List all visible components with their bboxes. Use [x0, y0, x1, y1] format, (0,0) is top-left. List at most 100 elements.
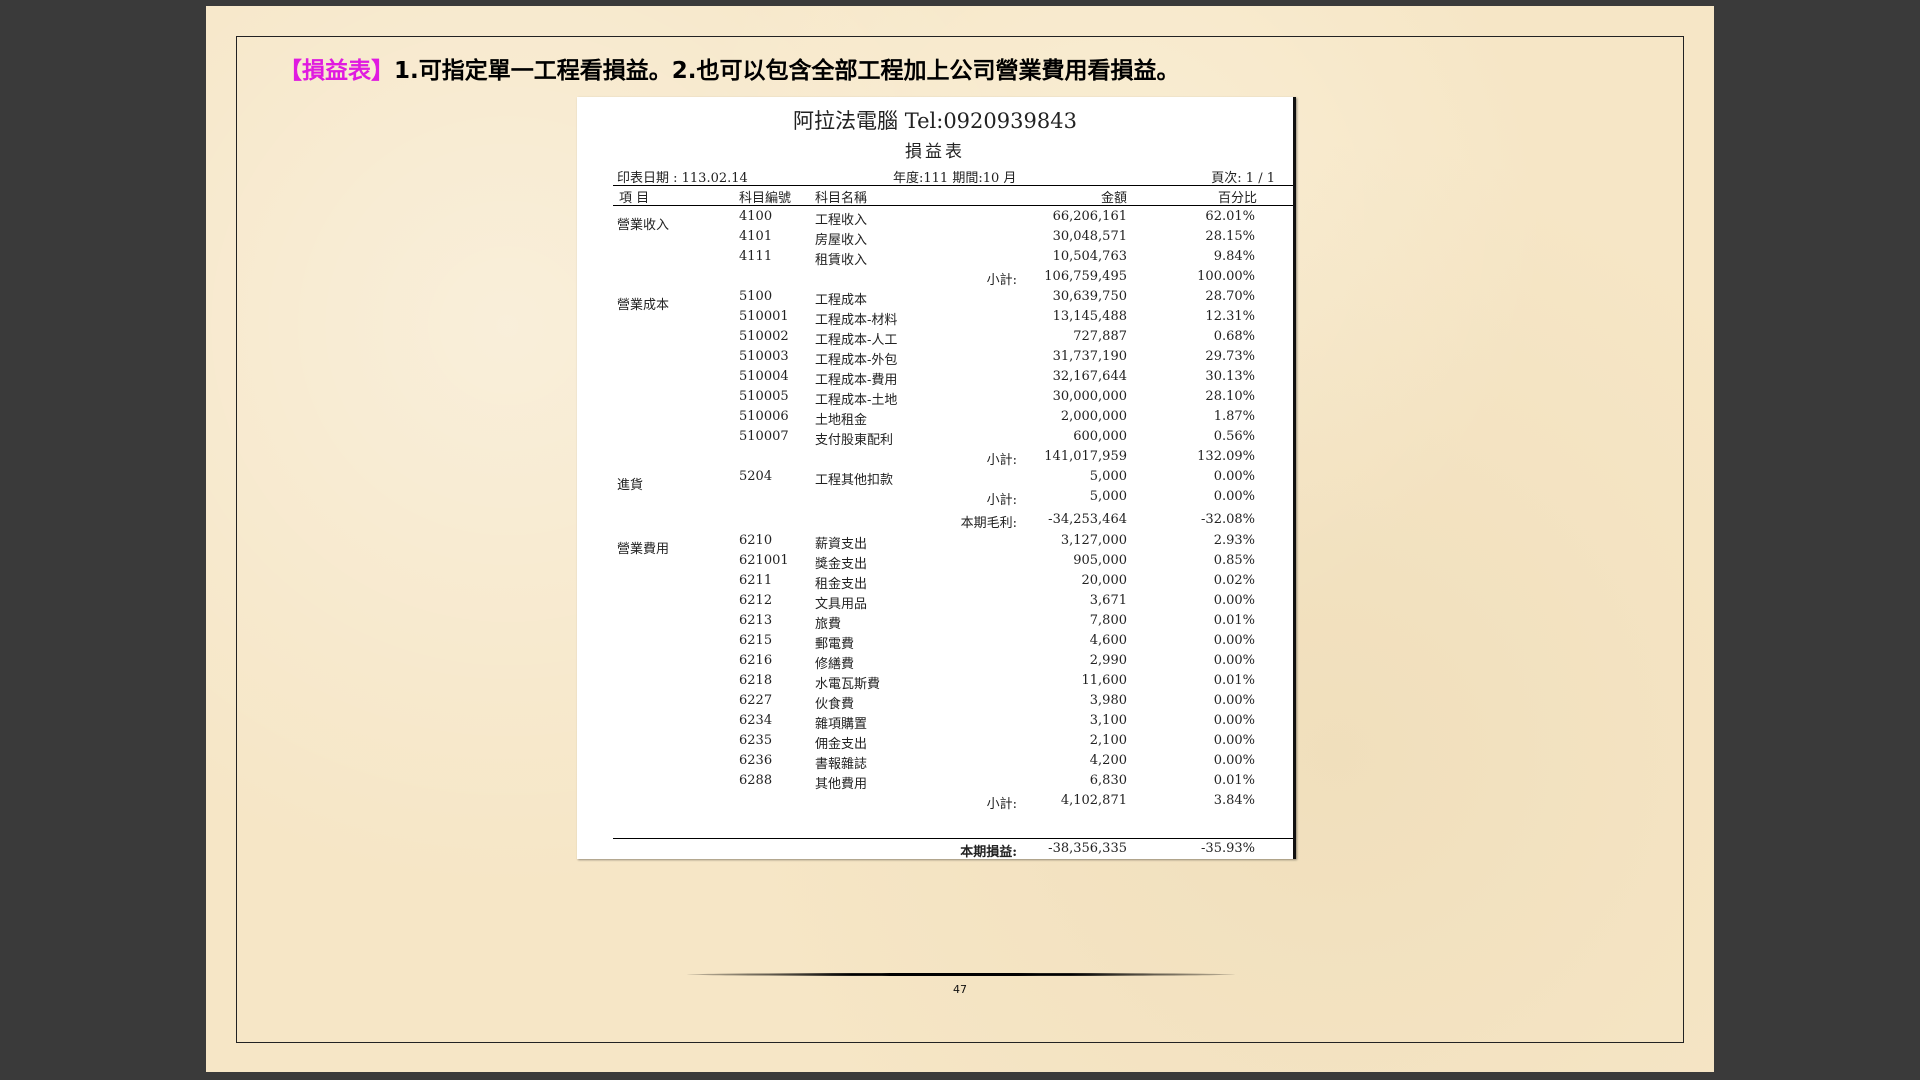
row-amount: 5,000: [1089, 469, 1127, 484]
row-label: 小計:: [986, 273, 1017, 288]
row-amount: 3,127,000: [1060, 533, 1127, 548]
row-percent: 0.01%: [1213, 613, 1255, 628]
row-account-code: 6211: [739, 573, 773, 588]
row-amount: 2,000,000: [1060, 409, 1127, 424]
row-amount: 10,504,763: [1052, 249, 1127, 264]
footer-divider: [687, 973, 1235, 976]
table-row: 4101 房屋收入 30,048,571 28.15%: [577, 229, 1293, 249]
row-account-name: 工程成本-土地: [815, 393, 898, 408]
row-percent: 12.31%: [1205, 309, 1255, 324]
row-account-code: 6227: [739, 693, 773, 708]
row-account-name: 文具用品: [815, 597, 868, 612]
row-account-code: 510007: [739, 429, 789, 444]
row-percent: 0.00%: [1213, 733, 1255, 748]
row-account-name: 租賃收入: [815, 253, 868, 268]
row-label: 本期毛利:: [960, 516, 1017, 531]
row-percent: 0.00%: [1213, 593, 1255, 608]
row-amount: 20,000: [1081, 573, 1128, 588]
table-row: 營業收入 4100 工程收入 66,206,161 62.01%: [577, 209, 1293, 233]
row-percent: 0.56%: [1213, 429, 1255, 444]
row-amount: 4,102,871: [1060, 793, 1127, 808]
table-row: 6288 其他費用 6,830 0.01%: [577, 773, 1293, 793]
row-label: 小計:: [986, 453, 1017, 468]
row-percent: 0.01%: [1213, 673, 1255, 688]
slide: 【損益表】1.可指定單一工程看損益。2.也可以包含全部工程加上公司營業費用看損益…: [206, 6, 1714, 1072]
row-account-name: 工程收入: [815, 213, 868, 228]
row-percent: 62.01%: [1205, 209, 1255, 224]
row-account-code: 6210: [739, 533, 773, 548]
row-percent: 0.00%: [1213, 469, 1255, 484]
row-account-code: 6212: [739, 593, 773, 608]
row-amount: 727,887: [1073, 329, 1127, 344]
row-amount: 13,145,488: [1052, 309, 1127, 324]
row-amount: 7,800: [1089, 613, 1127, 628]
table-row: 6216 修繕費 2,990 0.00%: [577, 653, 1293, 673]
page-indicator: 頁次: 1 / 1: [1211, 171, 1275, 186]
column-header-item: 項 目: [619, 191, 650, 206]
table-row: 小計: 5,000 0.00%: [577, 489, 1293, 509]
table-row: 6234 雜項購置 3,100 0.00%: [577, 713, 1293, 733]
table-row: 510005 工程成本-土地 30,000,000 28.10%: [577, 389, 1293, 409]
row-account-name: 雜項購置: [815, 717, 868, 732]
table-row: 6236 書報雜誌 4,200 0.00%: [577, 753, 1293, 773]
row-account-name: 旅費: [815, 617, 842, 632]
table-row: 小計: 4,102,871 3.84%: [577, 793, 1293, 813]
row-amount: 5,000: [1089, 489, 1127, 504]
row-percent: 0.00%: [1213, 489, 1255, 504]
row-account-code: 6236: [739, 753, 773, 768]
table-row: 510001 工程成本-材料 13,145,488 12.31%: [577, 309, 1293, 329]
row-amount: 3,671: [1089, 593, 1127, 608]
row-percent: -32.08%: [1201, 512, 1255, 527]
slide-frame: 【損益表】1.可指定單一工程看損益。2.也可以包含全部工程加上公司營業費用看損益…: [236, 36, 1684, 1043]
row-account-code: 6216: [739, 653, 773, 668]
total-amount: -38,356,335: [1048, 841, 1127, 856]
row-account-name: 郵電費: [815, 637, 855, 652]
table-row: 4111 租賃收入 10,504,763 9.84%: [577, 249, 1293, 269]
row-account-name: 薪資支出: [815, 537, 868, 552]
header-rule-top: [613, 185, 1293, 186]
row-percent: 28.15%: [1205, 229, 1255, 244]
table-row: 6227 伙食費 3,980 0.00%: [577, 693, 1293, 713]
row-account-code: 5204: [739, 469, 773, 484]
page-number: 47: [953, 983, 967, 996]
row-label: 小計:: [986, 493, 1017, 508]
row-percent: 0.68%: [1213, 329, 1255, 344]
headline-text: 1.可指定單一工程看損益。2.也可以包含全部工程加上公司營業費用看損益。: [394, 58, 1180, 84]
row-percent: 0.00%: [1213, 653, 1255, 668]
report-subtitle: 損益表: [905, 142, 965, 162]
row-percent: 0.00%: [1213, 693, 1255, 708]
row-account-code: 510001: [739, 309, 789, 324]
row-amount: 600,000: [1073, 429, 1127, 444]
column-header-code: 科目編號: [739, 191, 792, 206]
row-account-name: 修繕費: [815, 657, 855, 672]
row-percent: 9.84%: [1213, 249, 1255, 264]
row-account-name: 伙食費: [815, 697, 855, 712]
table-row: 621001 獎金支出 905,000 0.85%: [577, 553, 1293, 573]
table-row: 6213 旅費 7,800 0.01%: [577, 613, 1293, 633]
row-amount: 30,048,571: [1052, 229, 1127, 244]
row-account-name: 支付股東配利: [815, 433, 894, 448]
print-date: 印表日期 : 113.02.14: [617, 171, 748, 186]
table-row: 6235 佣金支出 2,100 0.00%: [577, 733, 1293, 753]
row-account-name: 書報雜誌: [815, 757, 868, 772]
row-amount: 4,600: [1089, 633, 1127, 648]
row-percent: 132.09%: [1197, 449, 1255, 464]
total-rule: [613, 838, 1293, 839]
row-amount: 31,737,190: [1052, 349, 1127, 364]
row-percent: 0.02%: [1213, 573, 1255, 588]
row-amount: -34,253,464: [1048, 512, 1127, 527]
income-statement-report: 阿拉法電腦 Tel:0920939843 損益表 印表日期 : 113.02.1…: [577, 97, 1296, 860]
row-account-code: 4111: [739, 249, 773, 264]
row-account-code: 510005: [739, 389, 789, 404]
row-percent: 0.01%: [1213, 773, 1255, 788]
row-account-name: 工程成本-人工: [815, 333, 898, 348]
row-amount: 11,600: [1081, 673, 1128, 688]
row-account-code: 4100: [739, 209, 773, 224]
slide-headline: 【損益表】1.可指定單一工程看損益。2.也可以包含全部工程加上公司營業費用看損益…: [279, 51, 1179, 85]
row-account-name: 獎金支出: [815, 557, 868, 572]
row-account-name: 土地租金: [815, 413, 868, 428]
row-account-code: 510004: [739, 369, 789, 384]
row-percent: 30.13%: [1205, 369, 1255, 384]
table-row: 510007 支付股東配利 600,000 0.56%: [577, 429, 1293, 449]
row-percent: 0.00%: [1213, 713, 1255, 728]
